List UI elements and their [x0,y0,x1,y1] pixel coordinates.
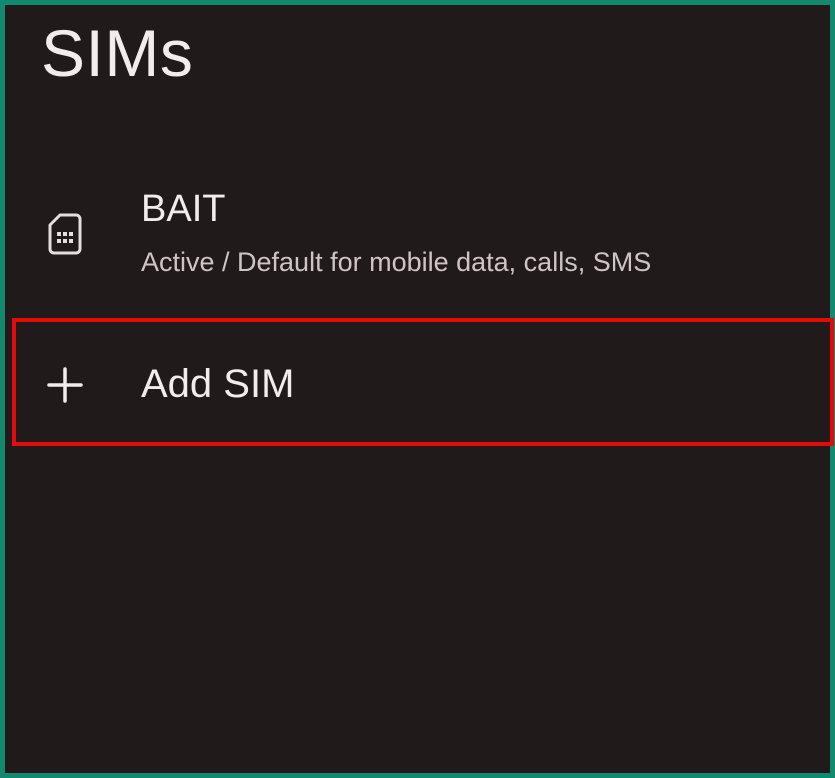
add-sim-label: Add SIM [141,362,295,406]
page-title: SIMs [41,16,194,90]
sim-name: BAIT [141,188,226,230]
sim-item-bait[interactable]: BAIT Active / Default for mobile data, c… [10,175,835,295]
add-sim-button[interactable]: Add SIM [12,318,834,446]
plus-icon [46,366,84,404]
sim-card-icon [48,213,82,255]
sims-screen: SIMs BAIT Active / Default for mobile da… [0,0,835,778]
sim-status: Active / Default for mobile data, calls,… [141,247,652,277]
